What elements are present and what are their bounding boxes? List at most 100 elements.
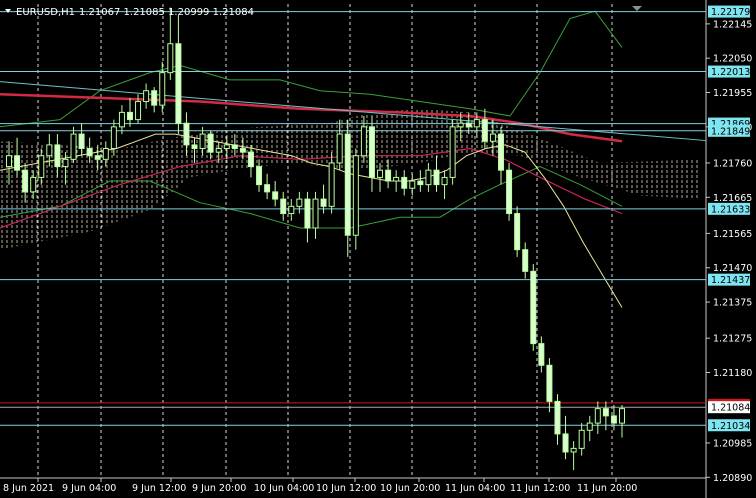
level-price-label: 1.21034 [711,421,750,432]
candle-body [135,101,142,121]
candle-body [360,126,367,157]
price-tick-label: 1.22050 [713,54,752,65]
candle-body [570,447,577,453]
candle-body [94,155,101,160]
candle-body [288,205,295,215]
price-tick-label: 1.20890 [713,473,752,484]
candle-body [425,169,432,186]
candle-body [401,176,408,189]
candle-body [619,408,625,424]
price-tick-label: 1.21375 [713,298,752,309]
candle-body [207,133,214,153]
candle-body [118,111,125,128]
candle-body [336,133,343,164]
candle-body [159,72,166,106]
time-label: 11 Jun 12:00 [510,483,570,494]
candle-body [562,433,569,453]
candle-body [280,198,287,215]
time-label: 11 Jun 04:00 [445,483,505,494]
candle-body [62,158,69,168]
chart-background [0,0,756,498]
candle-body [46,144,53,157]
candle-body [110,126,117,150]
candle-body [368,126,375,178]
candle-body [191,144,198,150]
candle-body [38,155,45,178]
candle-body [143,90,150,103]
candle-body [272,191,279,200]
candle-body [54,144,61,168]
candle-body [578,429,585,449]
candle-body [264,184,271,193]
level-price-label: 1.22179 [711,7,750,18]
candle-body [304,198,311,229]
candle-body [514,213,521,251]
candle-body [328,162,335,207]
candle-body [167,43,174,74]
level-price-label: 1.21437 [711,275,750,286]
candle-body [126,111,133,121]
price-tick-label: 1.22145 [713,19,752,30]
candle-body [320,198,327,207]
candle-body [586,422,593,431]
time-label: 8 Jun 2021 [3,483,54,494]
candle-body [538,343,545,366]
candle-body [417,180,424,186]
time-label: 9 Jun 12:00 [132,483,186,494]
candle-body [554,400,561,435]
price-chart[interactable]: 1.221451.220501.219551.218601.217601.216… [0,0,756,498]
candle-body [465,122,472,128]
candle-body [22,169,29,193]
candle-body [457,122,464,128]
candle-body [393,176,400,182]
candle-body [594,408,601,424]
symbol-title: EURUSD,H1 [16,7,75,18]
candle-body [489,133,496,142]
candle-body [30,176,37,193]
candle-body [546,364,553,402]
candle-body [522,249,529,272]
price-tick-label: 1.21665 [713,193,752,204]
chart-header: EURUSD,H1 1.21067 1.21085 1.20999 1.2108… [5,7,254,18]
candle-body [385,169,392,182]
candle-body [602,408,609,417]
candle-body [481,119,488,142]
candle-body [14,155,21,171]
candle-body [312,198,319,229]
candle-body [256,166,263,186]
candle-body [70,133,77,160]
candle-body [506,169,513,215]
candle-body [344,133,351,236]
candle-body [409,180,416,189]
price-tick-label: 1.21470 [713,263,752,274]
level-price-label: 1.21849 [711,126,750,137]
candle-body [377,169,384,178]
candle-body [610,415,617,424]
time-label: 9 Jun 04:00 [62,483,116,494]
candle-body [183,122,190,146]
price-tick-label: 1.21760 [713,158,752,169]
candle-body [78,133,85,150]
candle-body [151,90,158,106]
candle-body [473,119,480,128]
candle-body [223,144,230,150]
candle-body [175,43,182,124]
candle-body [247,151,254,168]
candle-body [102,148,109,160]
candle-body [449,126,456,178]
price-tick-label: 1.21180 [713,368,752,379]
time-label: 10 Jun 12:00 [316,483,376,494]
level-price-label: 1.22013 [711,67,750,78]
price-tick-label: 1.21955 [713,88,752,99]
time-label: 11 Jun 20:00 [577,483,637,494]
candle-body [433,169,440,186]
candle-body [352,155,359,236]
candle-body [441,176,448,186]
candle-body [239,148,246,153]
level-price-label: 1.21633 [711,204,750,215]
current-price-label: 1.21084 [711,403,750,414]
price-tick-label: 1.21565 [713,229,752,240]
ohlc-values: 1.21067 1.21085 1.20999 1.21084 [79,7,254,18]
candle-body [530,270,537,345]
candle-body [199,133,206,150]
